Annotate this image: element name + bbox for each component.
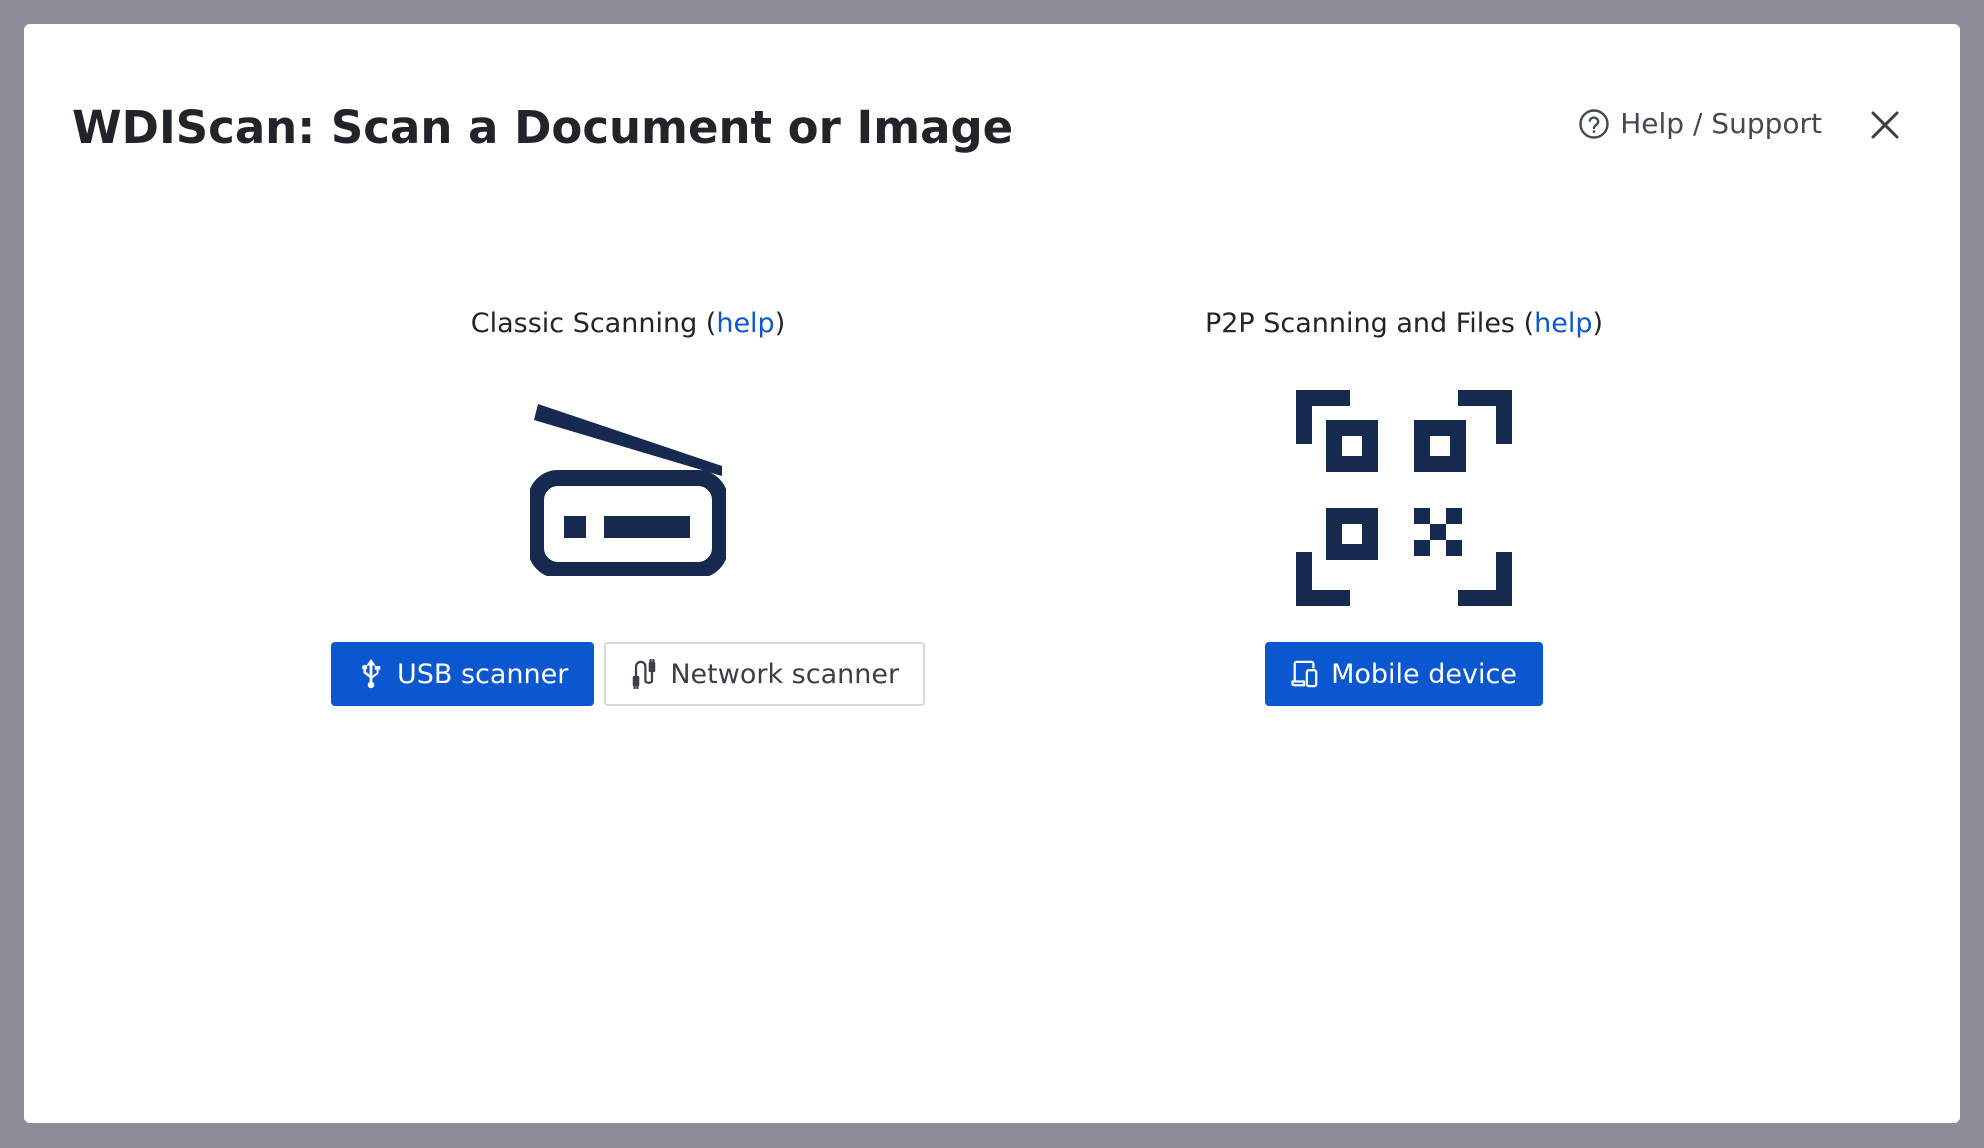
p2p-button-row: Mobile device — [1078, 642, 1730, 706]
classic-scanning-heading: Classic Scanning (help) — [324, 304, 932, 344]
classic-heading-suffix: ) — [774, 308, 786, 339]
network-scanner-label: Network scanner — [670, 658, 900, 690]
classic-button-row: USB scanner Network scanner — [324, 642, 932, 706]
mobile-device-label: Mobile device — [1331, 658, 1517, 690]
close-icon — [1870, 110, 1900, 140]
usb-icon — [357, 659, 385, 689]
network-cable-icon — [630, 659, 658, 689]
help-support-label: Help / Support — [1620, 107, 1822, 140]
classic-heading-text: Classic Scanning ( — [470, 308, 717, 339]
dialog-header: WDIScan: Scan a Document or Image Help /… — [24, 24, 1960, 184]
classic-scanning-section: Classic Scanning (help) USB scanner Netw… — [324, 304, 932, 706]
network-scanner-button[interactable]: Network scanner — [604, 642, 926, 706]
usb-scanner-label: USB scanner — [396, 658, 569, 690]
p2p-scanning-section: P2P Scanning and Files (help) Mobile dev… — [1078, 304, 1730, 706]
dialog-title: WDIScan: Scan a Document or Image — [72, 101, 1014, 154]
p2p-heading-text: P2P Scanning and Files ( — [1204, 308, 1535, 339]
p2p-help-link[interactable]: help — [1534, 308, 1592, 339]
help-support-link[interactable]: Help / Support — [1578, 104, 1822, 144]
question-circle-icon — [1578, 108, 1610, 140]
close-button[interactable] — [1870, 110, 1900, 140]
p2p-heading-suffix: ) — [1592, 308, 1604, 339]
flatbed-scanner-icon — [530, 404, 726, 576]
p2p-scanning-heading: P2P Scanning and Files (help) — [1078, 304, 1730, 344]
usb-scanner-button[interactable]: USB scanner — [330, 642, 595, 706]
scan-dialog: WDIScan: Scan a Document or Image Help /… — [24, 24, 1960, 1123]
qr-code-icon — [1296, 390, 1512, 606]
classic-help-link[interactable]: help — [716, 308, 774, 339]
mobile-devices-icon — [1291, 659, 1319, 689]
mobile-device-button[interactable]: Mobile device — [1265, 642, 1543, 706]
